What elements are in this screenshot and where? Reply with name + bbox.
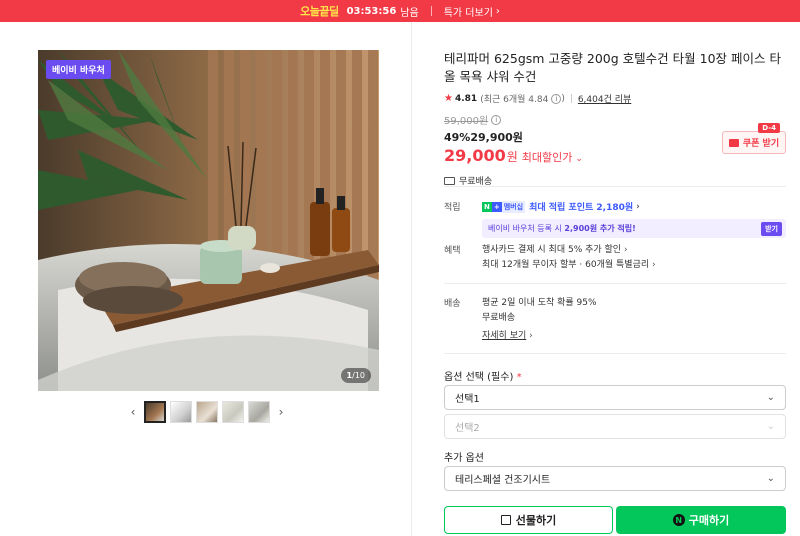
- rating-score: 4.81: [454, 93, 478, 104]
- npay-icon: N: [672, 514, 685, 526]
- coupon-label: 쿠폰 받기: [742, 139, 780, 149]
- npay-plus: +: [491, 201, 502, 212]
- buy-button[interactable]: N 구매하기: [616, 506, 786, 534]
- benefits-section: 혜택 행사카드 결제 시 최대 5% 추가 할인 › 최대 12개월 무이자 할…: [444, 243, 786, 273]
- review-count-link[interactable]: 6,404건 리뷰: [578, 92, 631, 105]
- chevron-down-icon: ⌄: [766, 473, 775, 484]
- coupon-dday-badge: D-4: [758, 123, 780, 133]
- benefit-line-2: 최대 12개월 무이자 할부 · 60개월 특별금리: [482, 260, 650, 270]
- thumbnail-5[interactable]: [248, 401, 270, 423]
- rating-divider: [570, 94, 572, 103]
- price-block: 59,000원 i 49%29,900원 29,000 원 최대할인가 ⌄ 쿠폰…: [444, 112, 786, 165]
- benefit-line-1: 행사카드 결제 시 최대 5% 추가 할인: [482, 245, 622, 255]
- product-photo: [38, 50, 379, 391]
- option-title: 옵션 선택 (필수) *: [444, 368, 522, 383]
- chevron-right-icon: ›: [652, 260, 656, 270]
- points-text: 최대 적립 포인트 2,180원: [529, 203, 634, 213]
- points-label: 적립: [444, 203, 461, 213]
- banner-divider: [430, 6, 432, 16]
- extra-option-value: 테리스페셜 건조기시트: [455, 475, 551, 486]
- option-select-2[interactable]: 선택2 ⌄: [444, 414, 786, 439]
- thumbnail-1[interactable]: [144, 401, 166, 423]
- coupon-button[interactable]: 쿠폰 받기: [722, 131, 786, 154]
- deal-more-label: 특가 더보기: [443, 7, 493, 19]
- thumbnail-3[interactable]: [196, 401, 218, 423]
- deal-logo: 오늘끝딜: [300, 5, 339, 18]
- star-icon: ★: [444, 93, 453, 104]
- npay-plus-badge: N + 멤버십: [482, 200, 526, 213]
- option-select-1[interactable]: 선택1 ⌄: [444, 385, 786, 410]
- npay-n: N: [482, 201, 492, 212]
- points-section: 적립 N + 멤버십 최대 적립 포인트 2,180원 › 베이비 바우처 등록 시…: [444, 200, 786, 240]
- gift-icon: [500, 515, 511, 525]
- chevron-right-icon: ›: [623, 245, 628, 255]
- chevron-down-icon: ⌄: [766, 392, 775, 403]
- chevron-right-icon[interactable]: ›: [274, 401, 288, 423]
- gift-label: 선물하기: [515, 514, 557, 527]
- discount-price: 29,900원: [470, 131, 523, 144]
- rating-row: ★ 4.81 (최근 6개월 4.84 i ) 6,404건 리뷰: [444, 92, 786, 105]
- thumbnail-2[interactable]: [170, 401, 192, 423]
- product-title: 테리파머 625gsm 고중량 200g 호텔수건 타월 10장 페이스 타올 …: [444, 51, 781, 84]
- chevron-down-icon: ⌄: [575, 154, 583, 164]
- delivery-eta: 평균 2일 이내 도착 확률 95%: [482, 298, 597, 308]
- extra-option-title: 추가 옵션: [444, 453, 484, 464]
- delivery-section: 배송 평균 2일 이내 도착 확률 95% 무료배송 자세히 보기 ›: [444, 296, 786, 342]
- image-counter: 1/10: [340, 368, 371, 383]
- baby-voucher-button[interactable]: 받기: [761, 221, 782, 236]
- image-counter-total: /10: [352, 371, 365, 380]
- npay-membership: 멤버십: [501, 200, 526, 213]
- chevron-down-icon: ⌄: [766, 421, 775, 432]
- coupon-icon: [728, 138, 739, 147]
- panel-divider: [411, 22, 412, 536]
- top-deal-banner: 오늘끝딜 03:53:56 남음 특가 더보기 ›: [0, 0, 800, 22]
- option-select-1-value: 선택1: [455, 394, 480, 405]
- recent-rating-close: ): [561, 93, 565, 104]
- chevron-right-icon: ›: [495, 5, 500, 17]
- section-divider: [444, 186, 786, 187]
- chevron-left-icon[interactable]: ‹: [126, 401, 140, 423]
- chevron-right-icon: ›: [636, 201, 640, 212]
- deal-timer: 03:53:56: [346, 5, 397, 17]
- chevron-right-icon: ›: [529, 331, 533, 341]
- final-price: 29,000: [444, 146, 506, 165]
- delivery-detail-link[interactable]: 자세히 보기 ›: [482, 329, 786, 344]
- option-title-text: 옵션 선택 (필수): [444, 372, 514, 383]
- section-divider: [444, 283, 786, 284]
- benefit-card-discount[interactable]: 행사카드 결제 시 최대 5% 추가 할인 ›: [482, 243, 786, 258]
- baby-voucher-amount: 2,900원 추가 적립!: [564, 224, 636, 233]
- info-icon[interactable]: i: [551, 93, 562, 104]
- delivery-label: 배송: [444, 299, 461, 309]
- delivery-free: 무료배송: [482, 313, 516, 323]
- baby-voucher-box: 베이비 바우처 등록 시 2,900원 추가 적립! 받기: [482, 219, 786, 238]
- deal-more-link[interactable]: 특가 더보기 ›: [444, 4, 500, 19]
- baby-voucher-text: 베이비 바우처 등록 시: [488, 224, 565, 233]
- original-price: 59,000원: [444, 116, 489, 127]
- max-discount-label: 최대할인가: [521, 151, 573, 164]
- info-icon[interactable]: i: [491, 114, 502, 125]
- buy-label: 구매하기: [688, 514, 730, 527]
- recent-rating: (최근 6개월 4.84: [480, 95, 549, 105]
- thumbnail-4[interactable]: [222, 401, 244, 423]
- option-select-2-value: 선택2: [455, 423, 480, 434]
- voucher-badge: 베이비 바우처: [46, 60, 111, 79]
- thumbnail-strip: ‹ ›: [126, 401, 288, 423]
- benefit-installment[interactable]: 최대 12개월 무이자 할부 · 60개월 특별금리 ›: [482, 258, 786, 273]
- discount-percent: 49%: [444, 131, 471, 144]
- points-link[interactable]: N + 멤버십 최대 적립 포인트 2,180원 ›: [482, 200, 786, 213]
- deal-remaining-label: 남음: [400, 7, 419, 19]
- gift-button[interactable]: 선물하기: [444, 506, 613, 534]
- extra-option-select[interactable]: 테리스페셜 건조기시트 ⌄: [444, 466, 786, 491]
- benefits-label: 혜택: [444, 246, 461, 256]
- truck-icon: [444, 176, 455, 185]
- required-mark: *: [516, 372, 522, 383]
- delivery-detail-label: 자세히 보기: [482, 331, 527, 341]
- product-info-panel: 테리파머 625gsm 고중량 200g 호텔수건 타월 10장 페이스 타올 …: [444, 50, 786, 187]
- section-divider: [444, 353, 786, 354]
- product-main-image[interactable]: 베이비 바우처 1/10: [38, 50, 379, 391]
- final-price-unit: 원: [506, 150, 518, 164]
